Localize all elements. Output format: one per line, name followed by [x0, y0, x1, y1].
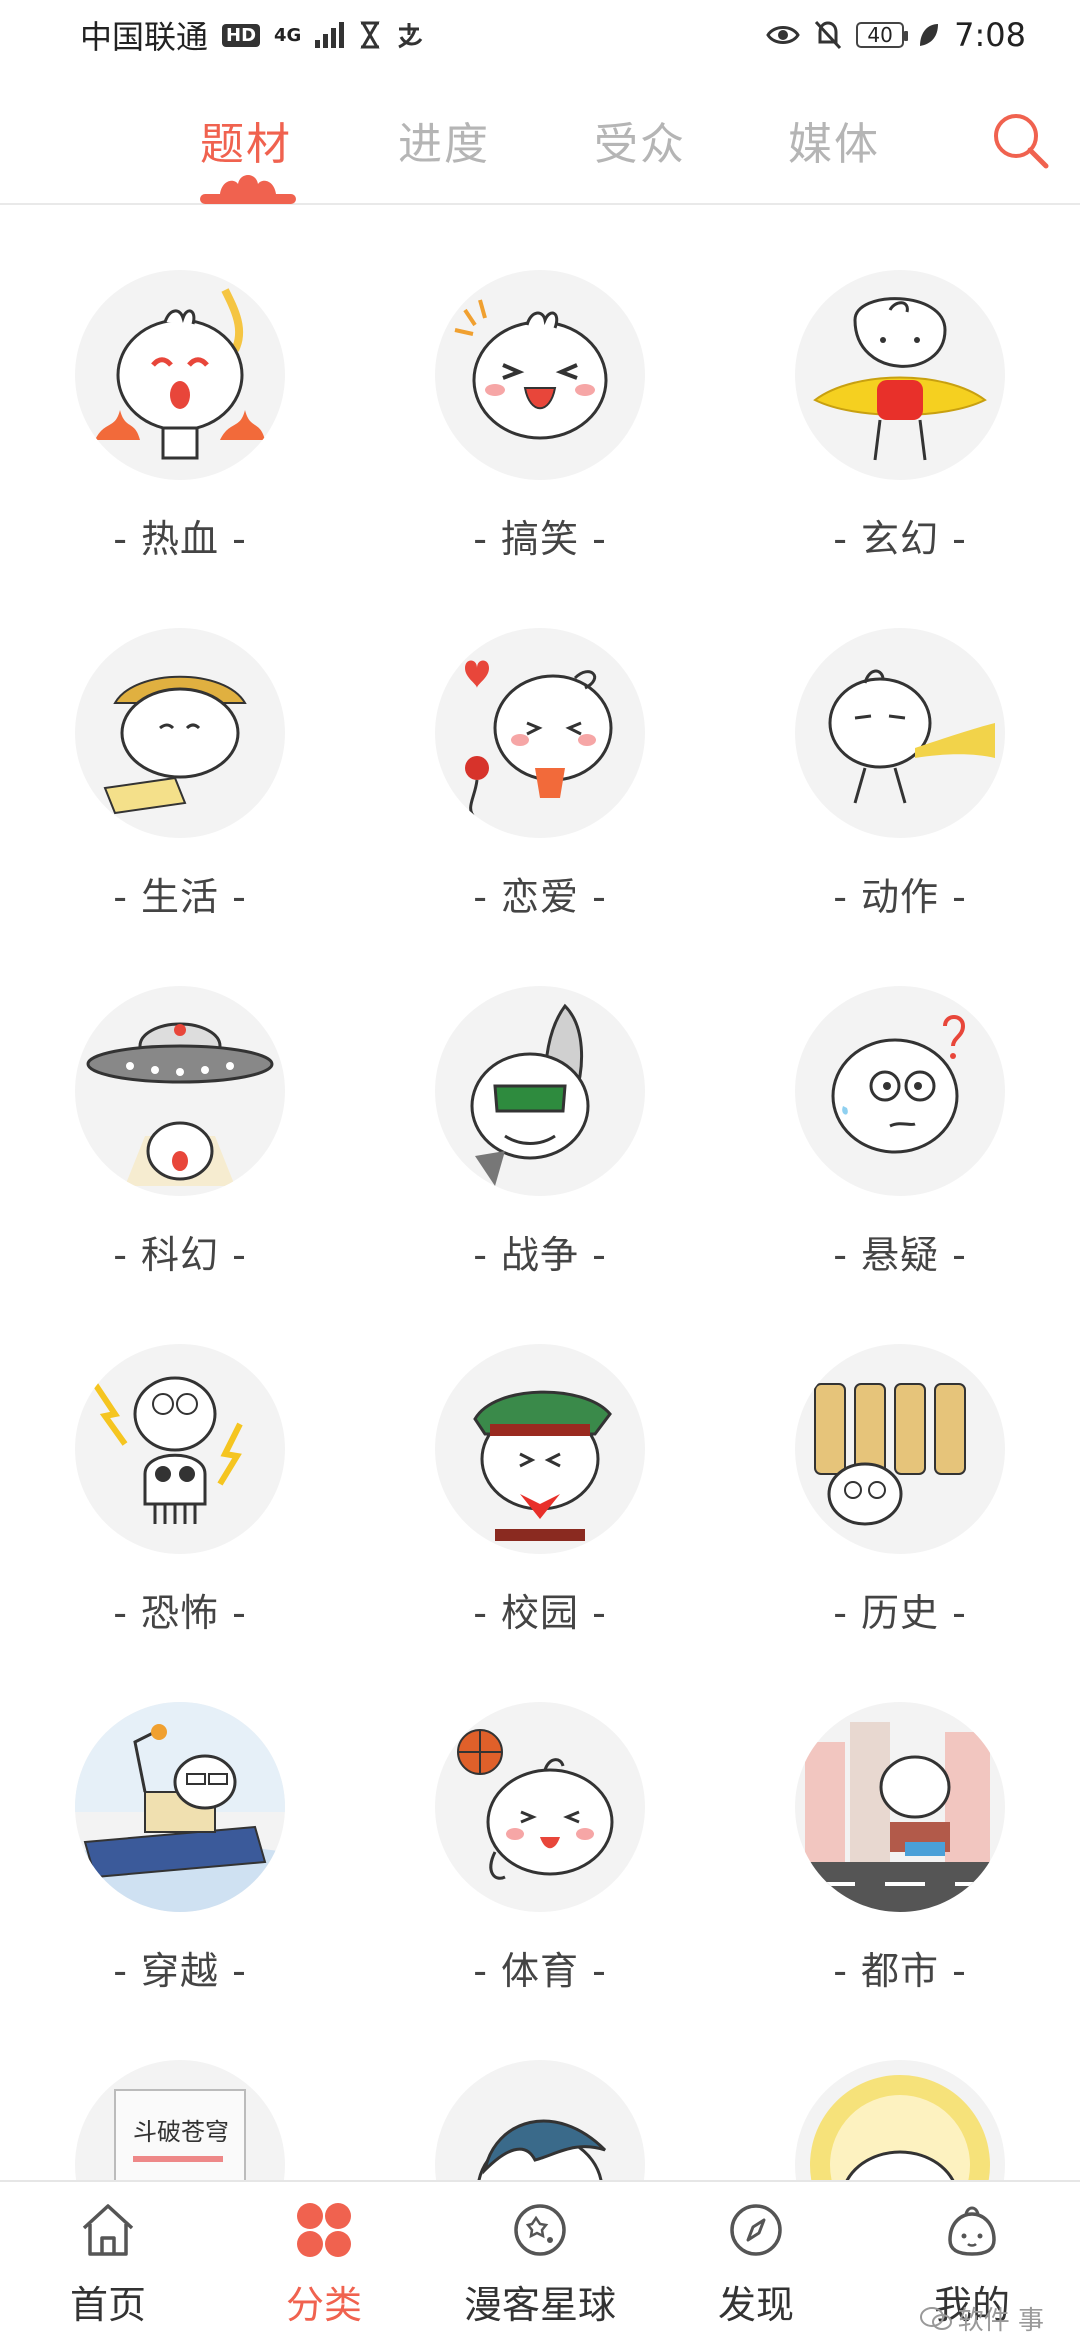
category-item-action[interactable]: - 动作 -	[720, 588, 1080, 946]
halo-mascot-icon	[795, 2060, 1005, 2180]
horror-mascot-icon	[75, 1344, 285, 1554]
category-label: - 都市 -	[833, 1949, 967, 1993]
category-label: - 搞笑 -	[473, 517, 607, 561]
love-mascot-icon	[435, 628, 645, 838]
nav-home[interactable]: 首页	[0, 2182, 216, 2342]
category-tab-bar: 题材 进度 受众 媒体	[0, 90, 1080, 205]
hourglass-icon	[360, 21, 380, 49]
category-item-romance[interactable]: - 恋爱 -	[360, 588, 720, 946]
category-label: - 历史 -	[833, 1591, 967, 1635]
search-icon[interactable]	[990, 110, 1050, 170]
history-mascot-icon	[795, 1344, 1005, 1554]
category-label: - 玄幻 -	[833, 517, 967, 561]
alipay-icon	[398, 23, 423, 49]
tab-audience[interactable]: 受众	[594, 108, 686, 172]
nav-discover-label: 发现	[717, 2283, 794, 2327]
category-item-hot-blood[interactable]: - 热血 -	[0, 230, 360, 588]
category-label: - 战争 -	[473, 1233, 607, 1277]
compass-icon	[730, 2204, 782, 2256]
school-mascot-icon	[435, 1344, 645, 1554]
leaf-icon	[920, 24, 939, 46]
category-label: - 校园 -	[473, 1591, 607, 1635]
active-tab-indicator	[200, 175, 296, 204]
ufo-mascot-icon	[75, 986, 285, 1196]
category-label: - 体育 -	[473, 1949, 607, 1993]
profile-mascot-icon	[948, 2206, 996, 2256]
nav-category[interactable]: 分类	[216, 2182, 432, 2342]
nav-category-label: 分类	[285, 2283, 362, 2327]
category-item-war[interactable]: - 战争 -	[360, 946, 720, 1304]
category-label: - 悬疑 -	[833, 1233, 967, 1277]
bottom-navigation: 首页 分类 漫客星球 发现 我的	[0, 2180, 1080, 2340]
battery-indicator: 40	[856, 22, 909, 48]
wechat-icon	[919, 2306, 952, 2330]
city-mascot-icon	[795, 1702, 1005, 1912]
category-label: - 穿越 -	[113, 1949, 247, 1993]
book-title-text: 斗破苍穹	[133, 2118, 229, 2146]
eye-icon	[766, 26, 800, 44]
nav-planet[interactable]: 漫客星球	[432, 2182, 648, 2342]
carrier-name: 中国联通	[80, 18, 209, 56]
category-item-partial-2[interactable]	[360, 2020, 720, 2180]
book-mascot-icon: 斗破苍穹	[75, 2060, 285, 2180]
status-bar: 中国联通 HD 4G 40 7:08	[0, 0, 1080, 70]
tab-media[interactable]: 媒体	[788, 108, 880, 172]
category-item-time-travel[interactable]: - 穿越 -	[0, 1662, 360, 2020]
nav-planet-label: 漫客星球	[463, 2283, 616, 2327]
category-item-partial-3[interactable]	[720, 2020, 1080, 2180]
category-item-mystery[interactable]: - 悬疑 -	[720, 946, 1080, 1304]
fantasy-mascot-icon	[795, 270, 1005, 480]
category-label: - 恋爱 -	[473, 875, 607, 919]
category-icon	[297, 2203, 351, 2257]
category-label: - 生活 -	[113, 875, 247, 919]
watermark-text: 软件 事	[957, 2306, 1044, 2336]
category-item-horror[interactable]: - 恐怖 -	[0, 1304, 360, 1662]
fire-mascot-icon	[75, 270, 285, 480]
category-item-city[interactable]: - 都市 -	[720, 1662, 1080, 2020]
nav-discover[interactable]: 发现	[648, 2182, 864, 2342]
time-travel-mascot-icon	[75, 1702, 285, 1912]
hair-mascot-icon	[435, 2060, 645, 2180]
category-item-sports[interactable]: - 体育 -	[360, 1662, 720, 2020]
tab-progress[interactable]: 进度	[398, 108, 490, 172]
action-mascot-icon	[795, 628, 1005, 838]
category-label: - 热血 -	[113, 517, 247, 561]
category-item-life[interactable]: - 生活 -	[0, 588, 360, 946]
tab-subject[interactable]: 题材	[200, 108, 292, 172]
sports-mascot-icon	[435, 1702, 645, 1912]
category-label: - 恐怖 -	[113, 1591, 247, 1635]
clock-time: 7:08	[954, 16, 1026, 54]
mystery-mascot-icon	[795, 986, 1005, 1196]
life-mascot-icon	[75, 628, 285, 838]
category-item-history[interactable]: - 历史 -	[720, 1304, 1080, 1662]
category-item-partial-1[interactable]: 斗破苍穹	[0, 2020, 360, 2180]
category-item-scifi[interactable]: - 科幻 -	[0, 946, 360, 1304]
network-type: 4G	[274, 24, 302, 46]
signal-icon	[315, 22, 345, 48]
mute-bell-icon	[815, 20, 842, 50]
category-item-fantasy[interactable]: - 玄幻 -	[720, 230, 1080, 588]
hd-badge: HD	[222, 23, 261, 47]
category-label: - 科幻 -	[113, 1233, 247, 1277]
laughing-mascot-icon	[435, 270, 645, 480]
nav-home-label: 首页	[69, 2283, 146, 2327]
category-item-comedy[interactable]: - 搞笑 -	[360, 230, 720, 588]
home-icon	[82, 2204, 134, 2256]
category-label: - 动作 -	[833, 875, 967, 919]
category-grid: - 热血 - - 搞笑 - - 玄幻 - - 生活 - - 恋爱 - - 动作 …	[0, 230, 1080, 2180]
war-mascot-icon	[435, 986, 645, 1196]
category-item-school[interactable]: - 校园 -	[360, 1304, 720, 1662]
planet-icon	[514, 2204, 566, 2256]
watermark: 软件 事	[919, 2300, 1044, 2337]
